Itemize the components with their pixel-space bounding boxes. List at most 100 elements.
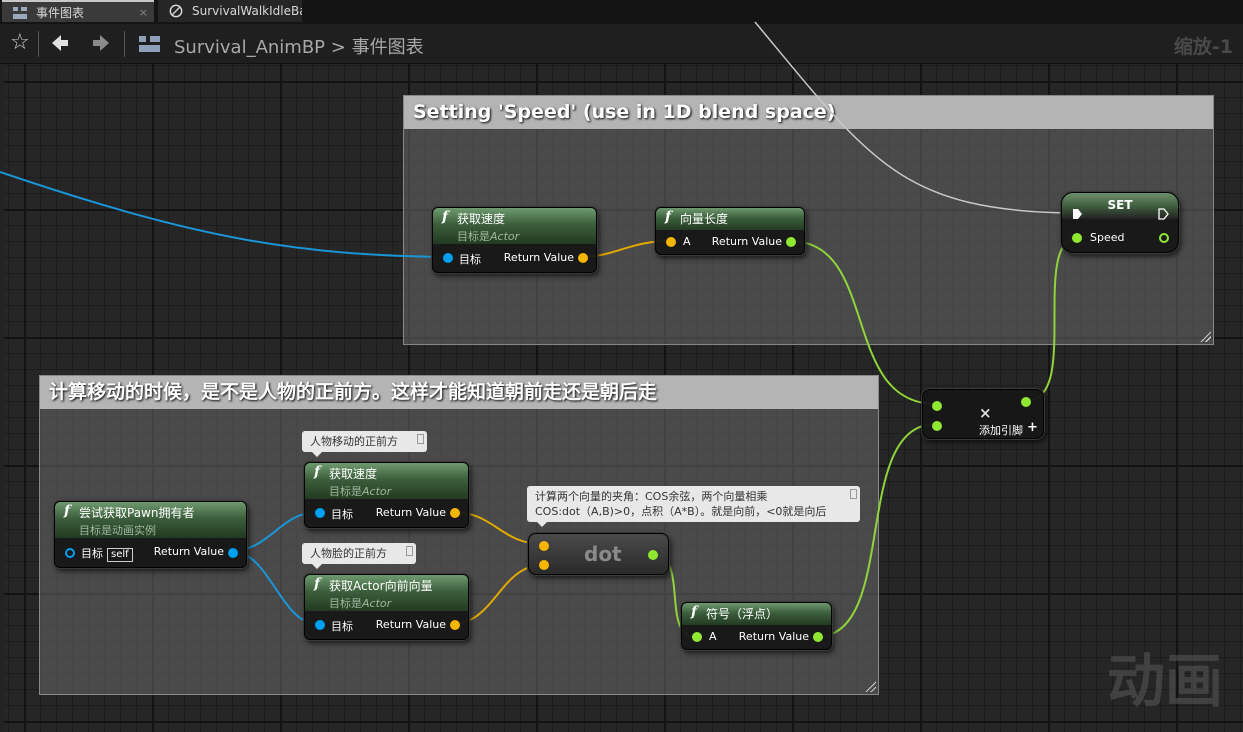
float-pin[interactable] [1021,397,1031,407]
note-text: 人物脸的正前方 [310,547,387,560]
vector-pin[interactable] [539,541,549,551]
pin-label-target: 目标 [331,508,353,521]
close-icon[interactable]: × [139,2,148,22]
comment-title: 计算移动的时候，是不是人物的正前方。这样才能知道朝前走还是朝后走 [40,376,878,409]
resize-handle[interactable] [864,680,876,692]
vector-pin[interactable] [666,237,676,247]
node-subtitle: 目标是动画实例 [79,524,156,537]
blueprint-editor: 事件图表 × SurvivalWalkIdleBa ☆ Survival_Ani… [0,0,1243,732]
node-subtitle-target: Actor [362,485,392,498]
vector-pin[interactable] [450,508,460,518]
node-dot-product[interactable]: dot [528,533,669,575]
node-sign-float[interactable]: f 符号（浮点） A Return Value [681,602,832,650]
breadcrumb-current: 事件图表 [351,37,424,58]
node-get-velocity[interactable]: f 获取速度 目标是Actor 目标 Return Value [432,207,597,273]
node-title: 获取速度 [329,467,378,481]
multiply-symbol: × [979,404,992,422]
graph-toolbar: ☆ Survival_AnimBP > 事件图表 缩放-1 [0,24,1243,64]
node-comment-bubble[interactable]: 人物移动的正前方 [302,431,427,457]
resize-handle[interactable] [1199,330,1211,342]
tab-bar: 事件图表 × SurvivalWalkIdleBa [0,0,1243,24]
float-pin[interactable] [786,237,796,247]
object-pin[interactable] [228,548,238,558]
favorite-star-icon[interactable]: ☆ [10,30,30,56]
node-get-velocity[interactable]: f 获取速度 目标是Actor 目标 Return Value [304,462,469,528]
function-icon: f [665,209,672,225]
node-comment-bubble[interactable]: 计算两个向量的夹角：COS余弦，两个向量相乘 COS:dot（A,B)>0，点积… [527,486,860,527]
bubble-arrow [312,564,322,569]
node-vector-length[interactable]: f 向量长度 A Return Value [655,207,805,255]
exec-out-pin-icon[interactable] [1158,208,1169,220]
node-title: 获取速度 [457,212,506,226]
node-subtitle-prefix: 目标是 [457,230,490,243]
blend-space-icon [169,4,183,18]
node-subtitle-target: Actor [362,597,392,610]
object-pin[interactable] [443,253,453,263]
back-arrow-icon[interactable] [50,33,70,53]
object-pin[interactable] [65,548,75,558]
graph-type-watermark: 动画 [1106,647,1223,715]
float-pin[interactable] [692,632,702,642]
exec-in-pin-icon[interactable] [1072,208,1083,220]
object-pin[interactable] [315,620,325,630]
pin-label-target: 目标 [331,620,353,633]
node-set-speed[interactable]: SET Speed [1061,192,1179,253]
node-header: f 向量长度 [656,208,804,230]
node-subtitle-prefix: 目标是 [329,485,362,498]
float-pin[interactable] [813,632,823,642]
pin-label-return: Return Value [503,251,574,264]
graph-icon [13,7,27,19]
tab-label: 事件图表 [36,6,85,20]
tab-label: SurvivalWalkIdleBa [192,4,302,18]
node-get-actor-forward-vector[interactable]: f 获取Actor向前向量 目标是Actor 目标 Return Value [304,574,469,640]
float-pin[interactable] [932,401,942,411]
node-comment-bubble[interactable]: 人物脸的正前方 [302,543,416,569]
pin-label-return: Return Value [153,545,224,558]
vector-pin[interactable] [578,253,588,263]
function-icon: f [691,604,698,620]
scroll-icon[interactable] [417,434,424,444]
forward-arrow-icon[interactable] [91,33,111,53]
node-try-get-pawn-owner[interactable]: f 尝试获取Pawn拥有者 目标是动画实例 目标 self Return Value [54,501,247,568]
add-pin-label[interactable]: 添加引脚 [979,422,1023,438]
float-pin[interactable] [648,550,658,560]
pin-label-a: A [683,235,691,248]
vector-pin[interactable] [539,560,549,570]
node-header: f 获取Actor向前向量 目标是Actor [305,575,468,611]
breadcrumb-separator: > [330,37,346,58]
node-header: f 尝试获取Pawn拥有者 目标是动画实例 [55,502,246,538]
self-value-box[interactable]: self [107,548,133,562]
pin-label-return: Return Value [375,506,446,519]
function-icon: f [314,576,321,592]
float-pin[interactable] [932,421,942,431]
node-title: 符号（浮点） [706,607,779,621]
pin-label-return: Return Value [375,618,446,631]
pin-label-target: 目标 [459,253,481,266]
breadcrumb-root[interactable]: Survival_AnimBP [174,37,325,58]
vector-pin[interactable] [450,620,460,630]
object-pin[interactable] [315,508,325,518]
float-pin[interactable] [1072,233,1082,243]
node-title: SET [1107,198,1133,212]
breadcrumb: Survival_AnimBP > 事件图表 [174,33,424,59]
node-header: f 符号（浮点） [682,603,831,625]
function-icon: f [64,503,71,519]
node-header: f 获取速度 目标是Actor [305,463,468,499]
tab-blend-space[interactable]: SurvivalWalkIdleBa [158,0,302,22]
zoom-level: 缩放-1 [1173,36,1233,58]
toolbar-divider [38,31,39,57]
scroll-icon[interactable] [850,489,857,499]
graph-canvas[interactable]: 动画 Setting 'Speed' (use in 1D blend spac… [4,64,1243,732]
toolbar-divider [124,31,125,57]
comment-title: Setting 'Speed' (use in 1D blend space) [404,96,1213,129]
scroll-icon[interactable] [406,546,413,556]
note-text-line: 计算两个向量的夹角：COS余弦，两个向量相乘 [535,490,768,503]
add-pin-icon[interactable]: + [1027,420,1038,435]
float-out-pin[interactable] [1159,233,1169,243]
tab-event-graph[interactable]: 事件图表 × [2,0,154,22]
note-text-line: COS:dot（A,B)>0，点积（A*B）。就是向前，<0就是向后 [535,505,827,518]
node-title: dot [584,542,622,566]
node-header: f 获取速度 目标是Actor [433,208,596,244]
pin-label-return: Return Value [738,630,809,643]
node-multiply[interactable]: × 添加引脚 + [922,389,1044,439]
